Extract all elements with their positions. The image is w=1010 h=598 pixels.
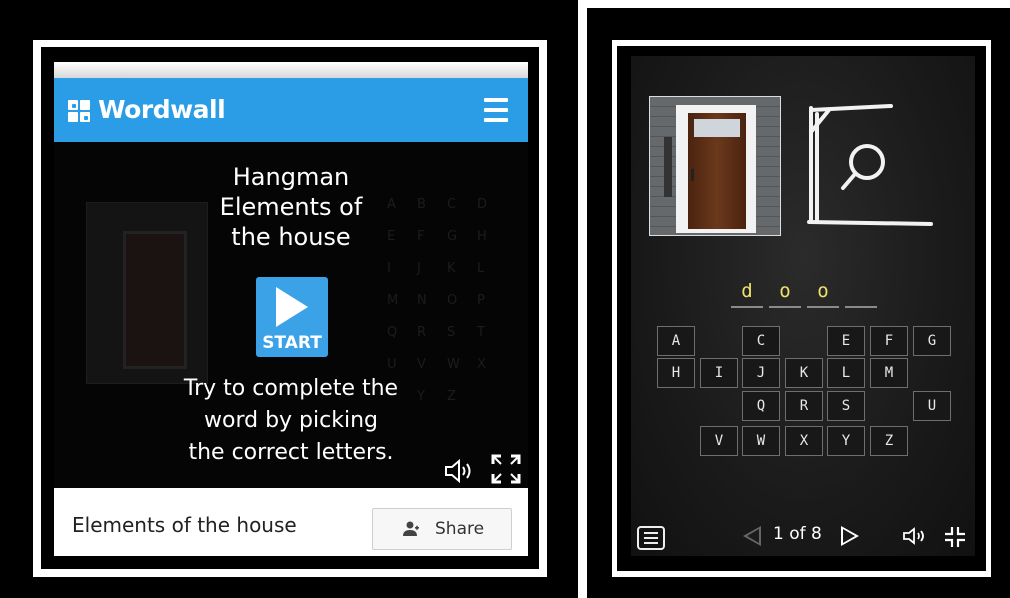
letter-key-m[interactable]: M	[870, 358, 908, 388]
instructions-text: Try to complete the word by picking the …	[183, 376, 399, 465]
letter-key-k[interactable]: K	[785, 358, 823, 388]
exit-fullscreen-icon[interactable]	[943, 525, 967, 549]
game-name-line-2: the house	[231, 223, 351, 251]
hangman-gallows-icon	[807, 104, 933, 226]
share-label: Share	[435, 519, 485, 539]
letter-key-i[interactable]: I	[700, 358, 738, 388]
wordwall-logo-icon[interactable]	[68, 100, 92, 124]
wordwall-start-screen: Wordwall ABCD EFGH IJKL MNOP QRST UVWX Y…	[54, 62, 528, 556]
game-name-line-1: Elements of	[219, 193, 363, 221]
game-preview-area: ABCD EFGH IJKL MNOP QRST UVWX YZ Hangman…	[54, 142, 528, 488]
share-person-icon	[403, 521, 419, 536]
letter-key-s[interactable]: S	[827, 391, 865, 421]
letter-key-h[interactable]: H	[657, 358, 695, 388]
letter-key-z[interactable]: Z	[870, 426, 908, 456]
letter-slot: d	[731, 276, 763, 312]
wordwall-header: Wordwall	[54, 78, 528, 142]
activity-title: Elements of the house	[72, 513, 297, 537]
page-counter: 1 of 8	[773, 524, 822, 544]
activity-footer: Elements of the house Share	[54, 488, 528, 556]
game-title: Hangman Elements of the house	[54, 162, 528, 252]
letter-key-a[interactable]: A	[657, 326, 695, 356]
speaker-icon[interactable]	[444, 458, 474, 484]
door-photo	[649, 96, 781, 236]
letter-key-j[interactable]: J	[742, 358, 780, 388]
play-icon	[276, 287, 308, 327]
letter-key-y[interactable]: Y	[827, 426, 865, 456]
letter-key-l[interactable]: L	[827, 358, 865, 388]
letter-key-w[interactable]: W	[742, 426, 780, 456]
hamburger-menu-icon[interactable]	[484, 98, 508, 122]
letter-slot	[845, 276, 877, 312]
browser-strip	[54, 62, 528, 78]
letter-key-u[interactable]: U	[913, 391, 951, 421]
hangman-chalkboard: d o o A C E F G H I J K L M Q R S U V W …	[631, 56, 975, 556]
letter-slot: o	[807, 276, 839, 312]
letter-key-x[interactable]: X	[785, 426, 823, 456]
brand-name[interactable]: Wordwall	[98, 95, 226, 124]
fullscreen-icon[interactable]	[491, 454, 521, 484]
start-button[interactable]: START	[256, 277, 328, 357]
game-type: Hangman	[232, 163, 350, 191]
share-button[interactable]: Share	[372, 508, 512, 550]
letter-key-g[interactable]: G	[913, 326, 951, 356]
start-label: START	[262, 333, 322, 353]
letter-key-c[interactable]: C	[742, 326, 780, 356]
letter-slot: o	[769, 276, 801, 312]
letter-key-r[interactable]: R	[785, 391, 823, 421]
game-control-bar: 1 of 8	[631, 520, 975, 556]
speaker-icon[interactable]	[903, 526, 929, 546]
menu-icon[interactable]	[637, 526, 665, 550]
letter-key-f[interactable]: F	[870, 326, 908, 356]
word-slots: d o o	[731, 276, 911, 316]
letter-key-q[interactable]: Q	[742, 391, 780, 421]
letter-key-v[interactable]: V	[700, 426, 738, 456]
letter-key-e[interactable]: E	[827, 326, 865, 356]
